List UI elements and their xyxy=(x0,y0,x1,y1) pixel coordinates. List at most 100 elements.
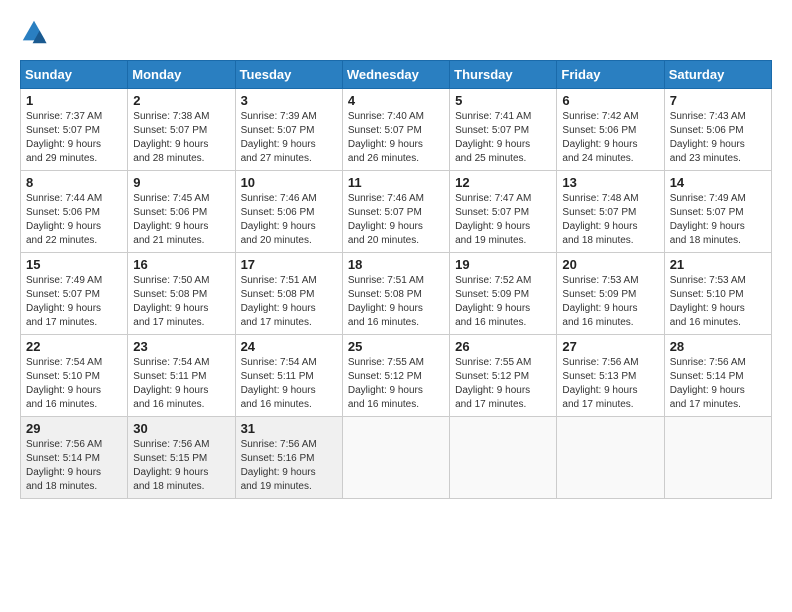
day-number: 24 xyxy=(241,339,337,354)
calendar-cell xyxy=(557,417,664,499)
day-number: 2 xyxy=(133,93,229,108)
day-info: Sunrise: 7:49 AM Sunset: 5:07 PM Dayligh… xyxy=(26,274,122,330)
day-number: 28 xyxy=(670,339,766,354)
calendar-cell: 24 Sunrise: 7:54 AM Sunset: 5:11 PM Dayli… xyxy=(235,335,342,417)
day-info: Sunrise: 7:56 AM Sunset: 5:13 PM Dayligh… xyxy=(562,356,658,412)
calendar-cell: 12 Sunrise: 7:47 AM Sunset: 5:07 PM Dayli… xyxy=(450,171,557,253)
day-number: 9 xyxy=(133,175,229,190)
day-info: Sunrise: 7:56 AM Sunset: 5:14 PM Dayligh… xyxy=(670,356,766,412)
calendar-cell: 17 Sunrise: 7:51 AM Sunset: 5:08 PM Dayli… xyxy=(235,253,342,335)
weekday-header-sunday: Sunday xyxy=(21,61,128,89)
day-info: Sunrise: 7:53 AM Sunset: 5:09 PM Dayligh… xyxy=(562,274,658,330)
day-number: 7 xyxy=(670,93,766,108)
day-number: 1 xyxy=(26,93,122,108)
page: SundayMondayTuesdayWednesdayThursdayFrid… xyxy=(0,0,792,509)
calendar-table: SundayMondayTuesdayWednesdayThursdayFrid… xyxy=(20,60,772,499)
calendar-cell: 25Sunrise: 7:55 AM Sunset: 5:12 PM Dayli… xyxy=(342,335,449,417)
weekday-header-tuesday: Tuesday xyxy=(235,61,342,89)
day-info: Sunrise: 7:45 AM Sunset: 5:06 PM Dayligh… xyxy=(133,192,229,248)
calendar-cell: 13 Sunrise: 7:48 AM Sunset: 5:07 PM Dayli… xyxy=(557,171,664,253)
day-info: Sunrise: 7:38 AM Sunset: 5:07 PM Dayligh… xyxy=(133,110,229,166)
day-info: Sunrise: 7:46 AM Sunset: 5:06 PM Dayligh… xyxy=(241,192,337,248)
day-number: 12 xyxy=(455,175,551,190)
day-number: 3 xyxy=(241,93,337,108)
day-info: Sunrise: 7:51 AM Sunset: 5:08 PM Dayligh… xyxy=(241,274,337,330)
day-number: 11 xyxy=(348,175,444,190)
day-info: Sunrise: 7:47 AM Sunset: 5:07 PM Dayligh… xyxy=(455,192,551,248)
calendar-cell: 16Sunrise: 7:50 AM Sunset: 5:08 PM Dayli… xyxy=(128,253,235,335)
calendar-cell xyxy=(450,417,557,499)
calendar-cell: 27Sunrise: 7:56 AM Sunset: 5:13 PM Dayli… xyxy=(557,335,664,417)
day-info: Sunrise: 7:39 AM Sunset: 5:07 PM Dayligh… xyxy=(241,110,337,166)
calendar-cell: 3 Sunrise: 7:39 AM Sunset: 5:07 PM Daylig… xyxy=(235,89,342,171)
calendar-cell xyxy=(342,417,449,499)
day-info: Sunrise: 7:48 AM Sunset: 5:07 PM Dayligh… xyxy=(562,192,658,248)
weekday-header-wednesday: Wednesday xyxy=(342,61,449,89)
weekday-header-friday: Friday xyxy=(557,61,664,89)
calendar-cell: 11 Sunrise: 7:46 AM Sunset: 5:07 PM Dayli… xyxy=(342,171,449,253)
day-number: 4 xyxy=(348,93,444,108)
day-info: Sunrise: 7:44 AM Sunset: 5:06 PM Dayligh… xyxy=(26,192,122,248)
day-number: 29 xyxy=(26,421,122,436)
calendar-cell: 23 Sunrise: 7:54 AM Sunset: 5:11 PM Dayli… xyxy=(128,335,235,417)
calendar-cell: 14 Sunrise: 7:49 AM Sunset: 5:07 PM Dayli… xyxy=(664,171,771,253)
day-number: 19 xyxy=(455,257,551,272)
day-number: 14 xyxy=(670,175,766,190)
calendar-cell: 7 Sunrise: 7:43 AM Sunset: 5:06 PM Daylig… xyxy=(664,89,771,171)
logo-icon xyxy=(20,18,48,46)
calendar-cell xyxy=(664,417,771,499)
logo xyxy=(20,18,52,46)
calendar-cell: 20 Sunrise: 7:53 AM Sunset: 5:09 PM Dayli… xyxy=(557,253,664,335)
calendar-cell: 9 Sunrise: 7:45 AM Sunset: 5:06 PM Daylig… xyxy=(128,171,235,253)
calendar-cell: 4 Sunrise: 7:40 AM Sunset: 5:07 PM Daylig… xyxy=(342,89,449,171)
day-info: Sunrise: 7:54 AM Sunset: 5:10 PM Dayligh… xyxy=(26,356,122,412)
day-number: 23 xyxy=(133,339,229,354)
day-info: Sunrise: 7:56 AM Sunset: 5:14 PM Dayligh… xyxy=(26,438,122,494)
calendar-cell: 18Sunrise: 7:51 AM Sunset: 5:08 PM Dayli… xyxy=(342,253,449,335)
day-number: 5 xyxy=(455,93,551,108)
day-info: Sunrise: 7:52 AM Sunset: 5:09 PM Dayligh… xyxy=(455,274,551,330)
day-info: Sunrise: 7:40 AM Sunset: 5:07 PM Dayligh… xyxy=(348,110,444,166)
day-info: Sunrise: 7:49 AM Sunset: 5:07 PM Dayligh… xyxy=(670,192,766,248)
calendar-cell: 5 Sunrise: 7:41 AM Sunset: 5:07 PM Daylig… xyxy=(450,89,557,171)
calendar-cell: 30 Sunrise: 7:56 AM Sunset: 5:15 PM Dayli… xyxy=(128,417,235,499)
day-info: Sunrise: 7:51 AM Sunset: 5:08 PM Dayligh… xyxy=(348,274,444,330)
day-info: Sunrise: 7:46 AM Sunset: 5:07 PM Dayligh… xyxy=(348,192,444,248)
calendar-cell: 8Sunrise: 7:44 AM Sunset: 5:06 PM Daylig… xyxy=(21,171,128,253)
calendar-cell: 22Sunrise: 7:54 AM Sunset: 5:10 PM Dayli… xyxy=(21,335,128,417)
weekday-header-saturday: Saturday xyxy=(664,61,771,89)
day-number: 13 xyxy=(562,175,658,190)
calendar-cell: 6Sunrise: 7:42 AM Sunset: 5:06 PM Daylig… xyxy=(557,89,664,171)
day-number: 26 xyxy=(455,339,551,354)
day-number: 15 xyxy=(26,257,122,272)
header xyxy=(20,18,772,46)
day-number: 30 xyxy=(133,421,229,436)
day-number: 10 xyxy=(241,175,337,190)
week-row-5: 29 Sunrise: 7:56 AM Sunset: 5:14 PM Dayli… xyxy=(21,417,772,499)
day-number: 17 xyxy=(241,257,337,272)
day-info: Sunrise: 7:55 AM Sunset: 5:12 PM Dayligh… xyxy=(455,356,551,412)
week-row-3: 15 Sunrise: 7:49 AM Sunset: 5:07 PM Dayli… xyxy=(21,253,772,335)
day-number: 21 xyxy=(670,257,766,272)
weekday-header-thursday: Thursday xyxy=(450,61,557,89)
weekday-header-row: SundayMondayTuesdayWednesdayThursdayFrid… xyxy=(21,61,772,89)
calendar-cell: 1Sunrise: 7:37 AM Sunset: 5:07 PM Daylig… xyxy=(21,89,128,171)
day-info: Sunrise: 7:54 AM Sunset: 5:11 PM Dayligh… xyxy=(241,356,337,412)
calendar-cell: 28 Sunrise: 7:56 AM Sunset: 5:14 PM Dayli… xyxy=(664,335,771,417)
week-row-4: 22Sunrise: 7:54 AM Sunset: 5:10 PM Dayli… xyxy=(21,335,772,417)
day-number: 6 xyxy=(562,93,658,108)
day-info: Sunrise: 7:53 AM Sunset: 5:10 PM Dayligh… xyxy=(670,274,766,330)
weekday-header-monday: Monday xyxy=(128,61,235,89)
calendar-cell: 19 Sunrise: 7:52 AM Sunset: 5:09 PM Dayli… xyxy=(450,253,557,335)
day-number: 16 xyxy=(133,257,229,272)
calendar-cell: 29 Sunrise: 7:56 AM Sunset: 5:14 PM Dayli… xyxy=(21,417,128,499)
calendar-cell: 31Sunrise: 7:56 AM Sunset: 5:16 PM Dayli… xyxy=(235,417,342,499)
day-number: 20 xyxy=(562,257,658,272)
day-info: Sunrise: 7:56 AM Sunset: 5:15 PM Dayligh… xyxy=(133,438,229,494)
week-row-2: 8Sunrise: 7:44 AM Sunset: 5:06 PM Daylig… xyxy=(21,171,772,253)
day-info: Sunrise: 7:56 AM Sunset: 5:16 PM Dayligh… xyxy=(241,438,337,494)
day-number: 25 xyxy=(348,339,444,354)
day-info: Sunrise: 7:54 AM Sunset: 5:11 PM Dayligh… xyxy=(133,356,229,412)
day-info: Sunrise: 7:43 AM Sunset: 5:06 PM Dayligh… xyxy=(670,110,766,166)
day-info: Sunrise: 7:41 AM Sunset: 5:07 PM Dayligh… xyxy=(455,110,551,166)
